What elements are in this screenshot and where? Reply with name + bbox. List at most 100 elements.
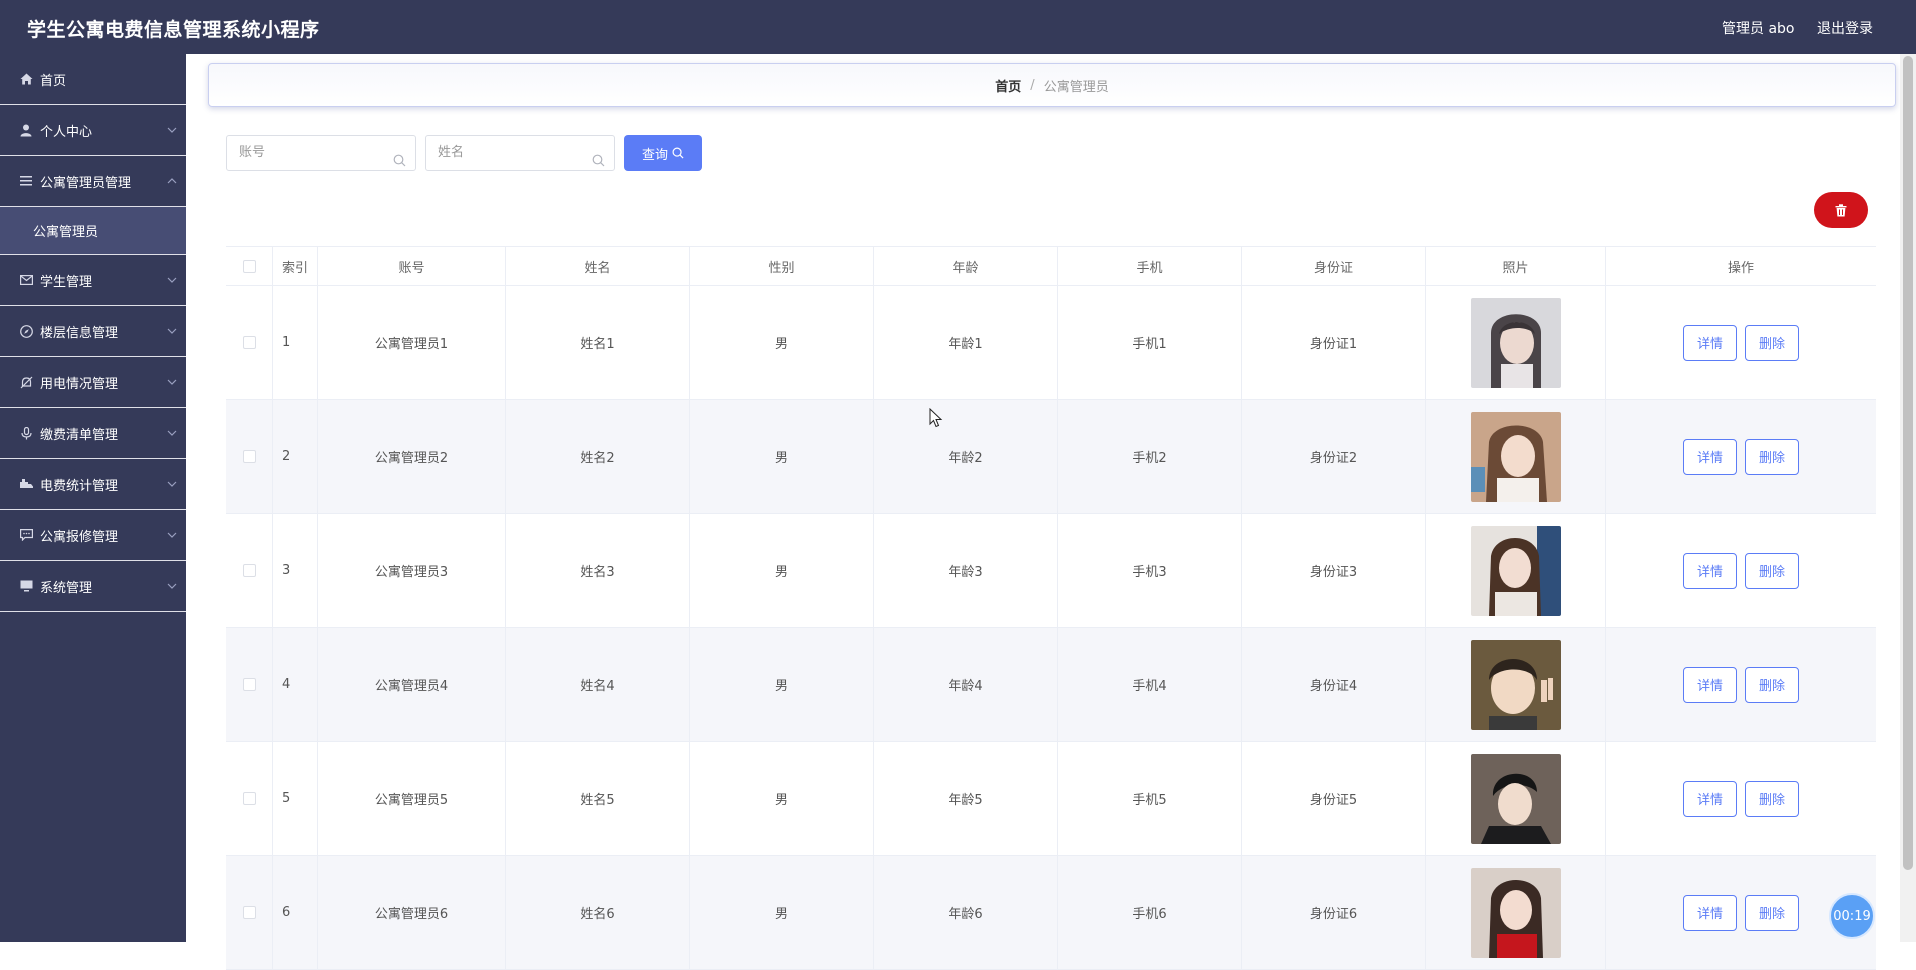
cell-account: 公寓管理员5: [318, 742, 506, 855]
cell-account: 公寓管理员1: [318, 286, 506, 399]
row-checkbox[interactable]: [242, 450, 256, 463]
bell-off-icon: [19, 375, 33, 389]
chevron-up-icon: [166, 175, 178, 187]
chevron-down-icon: [166, 274, 178, 286]
column-header-name: 姓名: [506, 247, 690, 285]
detail-button[interactable]: 详情: [1683, 438, 1737, 475]
column-header-sex: 性别: [690, 247, 874, 285]
cell-name: 姓名3: [506, 514, 690, 627]
row-checkbox-cell: [226, 514, 273, 627]
detail-button[interactable]: 详情: [1683, 894, 1737, 931]
delete-button[interactable]: 删除: [1745, 666, 1799, 703]
sidebar-item-label: 缴费清单管理: [40, 427, 119, 443]
logout-link[interactable]: 退出登录: [1817, 18, 1873, 38]
column-header-photo: 照片: [1426, 247, 1606, 285]
row-checkbox[interactable]: [242, 336, 256, 349]
cell-phone: 手机4: [1058, 628, 1242, 741]
compass-icon: [19, 324, 33, 338]
monitor-icon: [19, 579, 33, 593]
timer-badge[interactable]: 00:19: [1829, 893, 1875, 939]
cell-photo: [1426, 286, 1606, 399]
chevron-down-icon: [166, 124, 178, 136]
cell-age: 年龄6: [874, 856, 1058, 969]
cell-index: 5: [273, 742, 318, 855]
row-checkbox-cell: [226, 742, 273, 855]
chevron-down-icon: [166, 580, 178, 592]
sidebar-item-student-management[interactable]: 学生管理: [0, 255, 186, 306]
name-search-placeholder: 姓名: [438, 145, 465, 160]
search-icon: [592, 147, 605, 167]
row-checkbox[interactable]: [242, 792, 256, 805]
admin-photo[interactable]: [1470, 867, 1561, 958]
sidebar-item-label: 公寓管理员管理: [40, 175, 132, 191]
sidebar-item-apartment-admin-management[interactable]: 公寓管理员管理: [0, 156, 186, 207]
batch-delete-button[interactable]: [1814, 192, 1868, 228]
trash-icon: [1835, 203, 1847, 217]
admin-photo[interactable]: [1470, 411, 1561, 502]
cell-phone: 手机2: [1058, 400, 1242, 513]
admin-photo[interactable]: [1470, 525, 1561, 616]
account-search-input[interactable]: 账号: [226, 135, 416, 171]
current-user: 管理员 abo: [1722, 21, 1795, 37]
table-row: 5 公寓管理员5 姓名5 男 年龄5 手机5 身份证5 详情 删除: [226, 742, 1876, 856]
sidebar-item-label: 系统管理: [40, 580, 93, 596]
cell-actions: 详情 删除: [1606, 400, 1876, 513]
sidebar-item-label: 楼层信息管理: [40, 325, 119, 341]
delete-button[interactable]: 删除: [1745, 324, 1799, 361]
breadcrumb-home[interactable]: 首页: [995, 76, 1021, 95]
sidebar-item-floor-info-management[interactable]: 楼层信息管理: [0, 306, 186, 357]
query-button[interactable]: 查询: [624, 135, 702, 171]
table-row: 2 公寓管理员2 姓名2 男 年龄2 手机2 身份证2 详情 删除: [226, 400, 1876, 514]
detail-button[interactable]: 详情: [1683, 552, 1737, 589]
admin-photo[interactable]: [1470, 753, 1561, 844]
admin-photo[interactable]: [1470, 297, 1561, 388]
sidebar-item-electricity-stats-management[interactable]: 电费统计管理: [0, 459, 186, 510]
sidebar-item-label: 首页: [40, 73, 67, 89]
cell-sex: 男: [690, 400, 874, 513]
sidebar-item-home[interactable]: 首页: [0, 54, 186, 105]
truck-icon: [19, 477, 33, 491]
column-header-actions: 操作: [1727, 260, 1754, 276]
row-checkbox-cell: [226, 400, 273, 513]
delete-button[interactable]: 删除: [1745, 438, 1799, 475]
cell-name: 姓名2: [506, 400, 690, 513]
page-scrollbar[interactable]: [1900, 54, 1916, 942]
select-all-checkbox[interactable]: [242, 259, 256, 273]
detail-button[interactable]: 详情: [1683, 666, 1737, 703]
top-bar: 学生公寓电费信息管理系统小程序 管理员 abo 退出登录: [0, 0, 1916, 54]
sidebar-item-repair-management[interactable]: 公寓报修管理: [0, 510, 186, 561]
detail-button[interactable]: 详情: [1683, 324, 1737, 361]
cell-id-card: 身份证2: [1242, 400, 1426, 513]
name-search-input[interactable]: 姓名: [425, 135, 615, 171]
cell-actions: 详情 删除: [1606, 742, 1876, 855]
query-button-label: 查询: [641, 147, 668, 163]
sidebar-item-label: 学生管理: [40, 274, 93, 290]
row-checkbox[interactable]: [242, 906, 256, 919]
cell-id-card: 身份证6: [1242, 856, 1426, 969]
row-checkbox[interactable]: [242, 678, 256, 691]
cell-name: 姓名4: [506, 628, 690, 741]
cell-id-card: 身份证1: [1242, 286, 1426, 399]
admin-photo[interactable]: [1470, 639, 1561, 730]
chevron-down-icon: [166, 529, 178, 541]
delete-button[interactable]: 删除: [1745, 894, 1799, 931]
cell-age: 年龄3: [874, 514, 1058, 627]
scrollbar-thumb[interactable]: [1903, 56, 1913, 870]
column-header-id-card: 身份证: [1242, 247, 1426, 285]
column-header-phone: 手机: [1058, 247, 1242, 285]
detail-button[interactable]: 详情: [1683, 780, 1737, 817]
sidebar-subitem-apartment-admin[interactable]: 公寓管理员: [0, 207, 186, 255]
home-icon: [19, 72, 33, 86]
delete-button[interactable]: 删除: [1745, 780, 1799, 817]
sidebar-item-personal-center[interactable]: 个人中心: [0, 105, 186, 156]
cell-phone: 手机1: [1058, 286, 1242, 399]
cell-age: 年龄2: [874, 400, 1058, 513]
row-checkbox[interactable]: [242, 564, 256, 577]
sidebar-item-system-management[interactable]: 系统管理: [0, 561, 186, 612]
sidebar-item-electricity-usage-management[interactable]: 用电情况管理: [0, 357, 186, 408]
cell-phone: 手机3: [1058, 514, 1242, 627]
delete-button[interactable]: 删除: [1745, 552, 1799, 589]
cell-name: 姓名6: [506, 856, 690, 969]
admin-table: 索引 账号 姓名 性别 年龄 手机 身份证 照片 操作 1 公寓管理员1 姓名1…: [226, 246, 1876, 970]
sidebar-item-payment-list-management[interactable]: 缴费清单管理: [0, 408, 186, 459]
